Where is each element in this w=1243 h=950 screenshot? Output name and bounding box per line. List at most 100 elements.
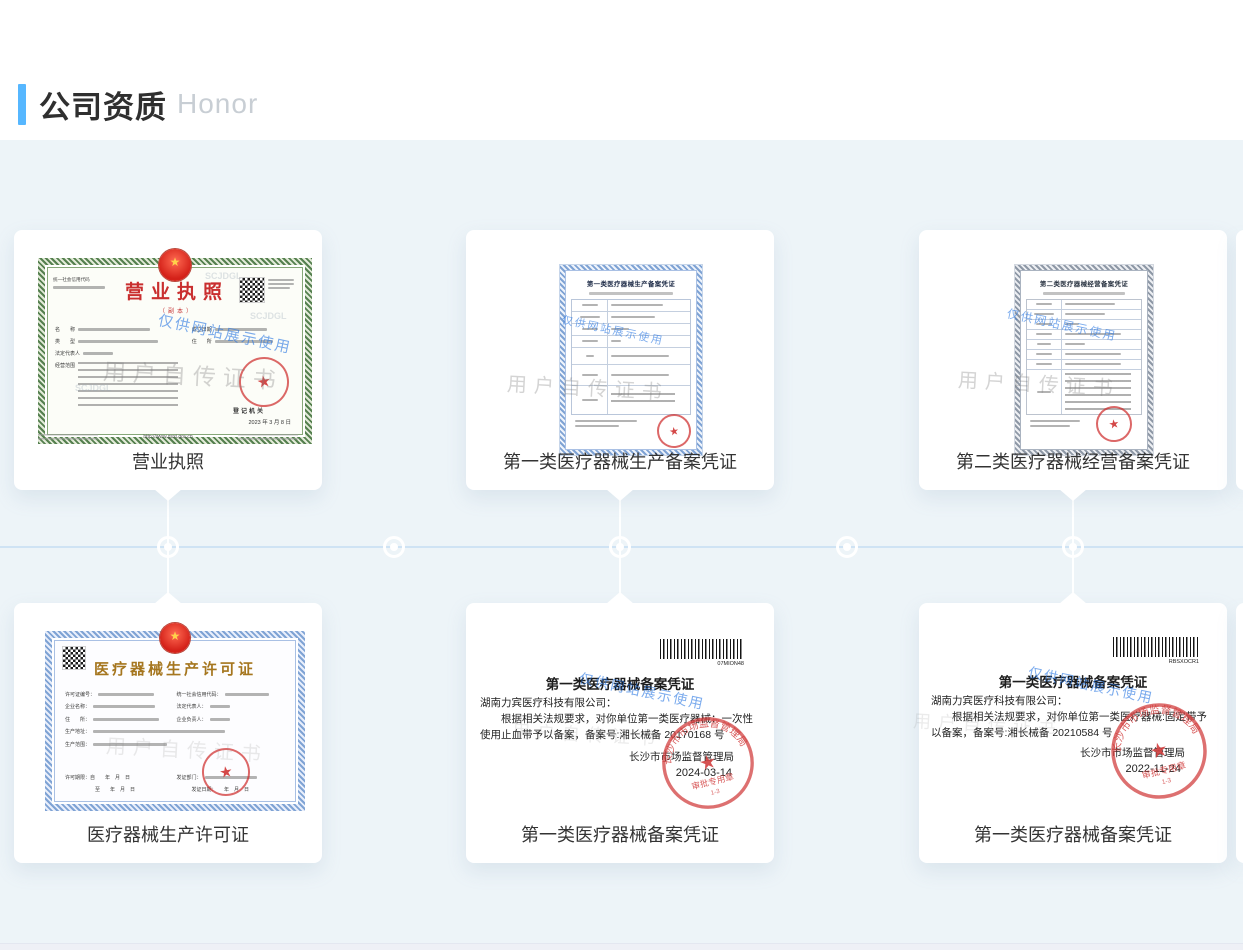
- field-label: 成立日期: [192, 326, 212, 333]
- cert-card-class1-production-filing[interactable]: 第一类医疗器械生产备案凭证 ★ 仅供网站展示使用 用户自传证书 第一类医疗器械生…: [466, 230, 774, 490]
- text-placeholder: [1065, 363, 1121, 365]
- text-placeholder: [215, 328, 267, 331]
- cert-card-class2-operation-filing[interactable]: 第二类医疗器械经营备案凭证 ★ 仅供网站展示使用 用户自传证书 第二类医疗器械经…: [919, 230, 1227, 490]
- text-placeholder: [580, 316, 600, 318]
- text-placeholder: [1030, 425, 1070, 427]
- pointer-down-icon: [606, 489, 634, 501]
- field-label: 发证部门：: [177, 774, 202, 781]
- field-label: 至 年 月 日: [95, 786, 135, 793]
- pointer-up-icon: [154, 592, 182, 604]
- text-placeholder: [582, 340, 598, 342]
- text-placeholder: [611, 316, 655, 318]
- card-caption: 医疗器械生产许可证: [14, 821, 322, 847]
- text-placeholder: [1036, 333, 1052, 335]
- text-placeholder: [98, 693, 154, 696]
- text-placeholder: [78, 340, 158, 343]
- field-label: 企业负责人：: [177, 716, 207, 723]
- cert-card-class1-device-filing-2022[interactable]: RBSXOCR1 第一类医疗器械备案凭证 湖南力宾医疗科技有限公司： 根据相关法…: [919, 603, 1227, 863]
- certificate-table: [571, 299, 691, 415]
- svg-text:1-3: 1-3: [710, 788, 721, 797]
- certificate-table: [1026, 299, 1142, 415]
- cert-card-class1-device-filing-2024[interactable]: 07MION48 第一类医疗器械备案凭证 湖南力宾医疗科技有限公司： 根据相关法…: [466, 603, 774, 863]
- company-line: 湖南力宾医疗科技有限公司：: [931, 693, 1068, 708]
- paragraph-placeholder: [78, 362, 178, 406]
- fine-print-placeholder: [238, 434, 298, 440]
- text-placeholder: [1065, 323, 1079, 325]
- text-placeholder: [83, 352, 113, 355]
- text-placeholder: [575, 420, 637, 422]
- text-placeholder: [589, 292, 673, 295]
- text-placeholder: [582, 399, 598, 401]
- national-emblem-icon: [159, 249, 191, 281]
- certificate-title: 医疗器械生产许可证: [52, 658, 298, 679]
- credit-code-label: 统一社会信用代码: [53, 277, 115, 283]
- license-date: 2023 年 3 月 8 日: [249, 418, 292, 426]
- timeline-dot: [609, 536, 631, 558]
- field-label: 法定代表人: [55, 350, 80, 357]
- section-title-cn: 公司资质: [39, 82, 167, 127]
- production-licence-image: 医疗器械生产许可证 许可证编号： 统一社会信用代码： 企业名称： 法定代表人： …: [45, 631, 305, 811]
- section-header: 公司资质 Honor: [18, 82, 258, 126]
- text-placeholder: [611, 340, 621, 342]
- license-subtitle: （副本）: [115, 306, 239, 315]
- text-placeholder: [1065, 303, 1115, 305]
- qr-code-icon: [239, 277, 265, 303]
- barcode-code: 07MION48: [717, 661, 744, 667]
- text-placeholder: [210, 705, 230, 708]
- timeline-dot: [1062, 536, 1084, 558]
- section-title-en: Honor: [177, 88, 258, 120]
- document-title: 第一类医疗器械备案凭证: [919, 671, 1227, 691]
- svg-text:1-3: 1-3: [1161, 777, 1172, 786]
- timeline-dot: [383, 536, 405, 558]
- text-placeholder: [93, 743, 167, 746]
- filing-certificate-image: 第二类医疗器械经营备案凭证 ★ 仅供网站展示使用 用户自传证书: [1015, 265, 1153, 455]
- text-placeholder: [1065, 343, 1085, 345]
- text-placeholder: [53, 286, 105, 289]
- certificate-title: 第一类医疗器械生产备案凭证: [571, 279, 691, 288]
- svg-text:★: ★: [1148, 738, 1171, 764]
- qr-code-icon: [62, 646, 86, 670]
- text-placeholder: [1037, 391, 1051, 393]
- next-card-peek[interactable]: [1236, 603, 1243, 863]
- official-seal-icon: ★: [654, 411, 693, 450]
- honor-section: 统一社会信用代码 营业执照 （副本）: [0, 140, 1243, 950]
- field-label: 住 所: [192, 338, 212, 345]
- cert-card-business-license[interactable]: 统一社会信用代码 营业执照 （副本）: [14, 230, 322, 490]
- text-placeholder: [1036, 353, 1052, 355]
- text-placeholder: [1036, 323, 1052, 325]
- field-label: 法定代表人：: [177, 703, 207, 710]
- paragraph-placeholder: [611, 393, 675, 407]
- card-caption: 第一类医疗器械备案凭证: [466, 821, 774, 847]
- text-placeholder: [1036, 303, 1052, 305]
- barcode-icon: [1113, 637, 1199, 657]
- company-line: 湖南力宾医疗科技有限公司：: [480, 695, 617, 710]
- field-label: 许可期限：自 年 月 日: [65, 774, 130, 781]
- barcode-icon: [660, 639, 744, 659]
- field-label: 许可证编号：: [65, 691, 95, 698]
- text-placeholder: [1043, 292, 1124, 295]
- field-label: 企业名称：: [65, 703, 90, 710]
- field-label: 经营范围: [55, 362, 75, 369]
- pointer-down-icon: [1059, 489, 1087, 501]
- text-placeholder: [582, 328, 598, 330]
- svg-text:★: ★: [697, 751, 719, 776]
- paragraph-placeholder: [1065, 373, 1131, 411]
- text-placeholder: [215, 340, 273, 343]
- text-placeholder: [210, 718, 230, 721]
- certificate-title: 第二类医疗器械经营备案凭证: [1026, 279, 1142, 288]
- cert-card-production-licence[interactable]: 医疗器械生产许可证 许可证编号： 统一社会信用代码： 企业名称： 法定代表人： …: [14, 603, 322, 863]
- field-label: 名 称: [55, 326, 75, 333]
- timeline-dot: [836, 536, 858, 558]
- barcode-code: RBSXOCR1: [1169, 659, 1199, 665]
- text-placeholder: [1065, 313, 1105, 315]
- next-card-peek[interactable]: [1236, 230, 1243, 490]
- page: { "header": { "title_cn": "公司资质", "title…: [0, 0, 1243, 950]
- registrar-label: 登记机关: [233, 406, 265, 415]
- field-label: 生产范围：: [65, 741, 90, 748]
- pointer-down-icon: [154, 489, 182, 501]
- text-placeholder: [225, 693, 269, 696]
- text-placeholder: [78, 328, 150, 331]
- national-emblem-icon: [160, 623, 190, 653]
- card-caption: 第一类医疗器械备案凭证: [919, 821, 1227, 847]
- text-placeholder: [93, 705, 155, 708]
